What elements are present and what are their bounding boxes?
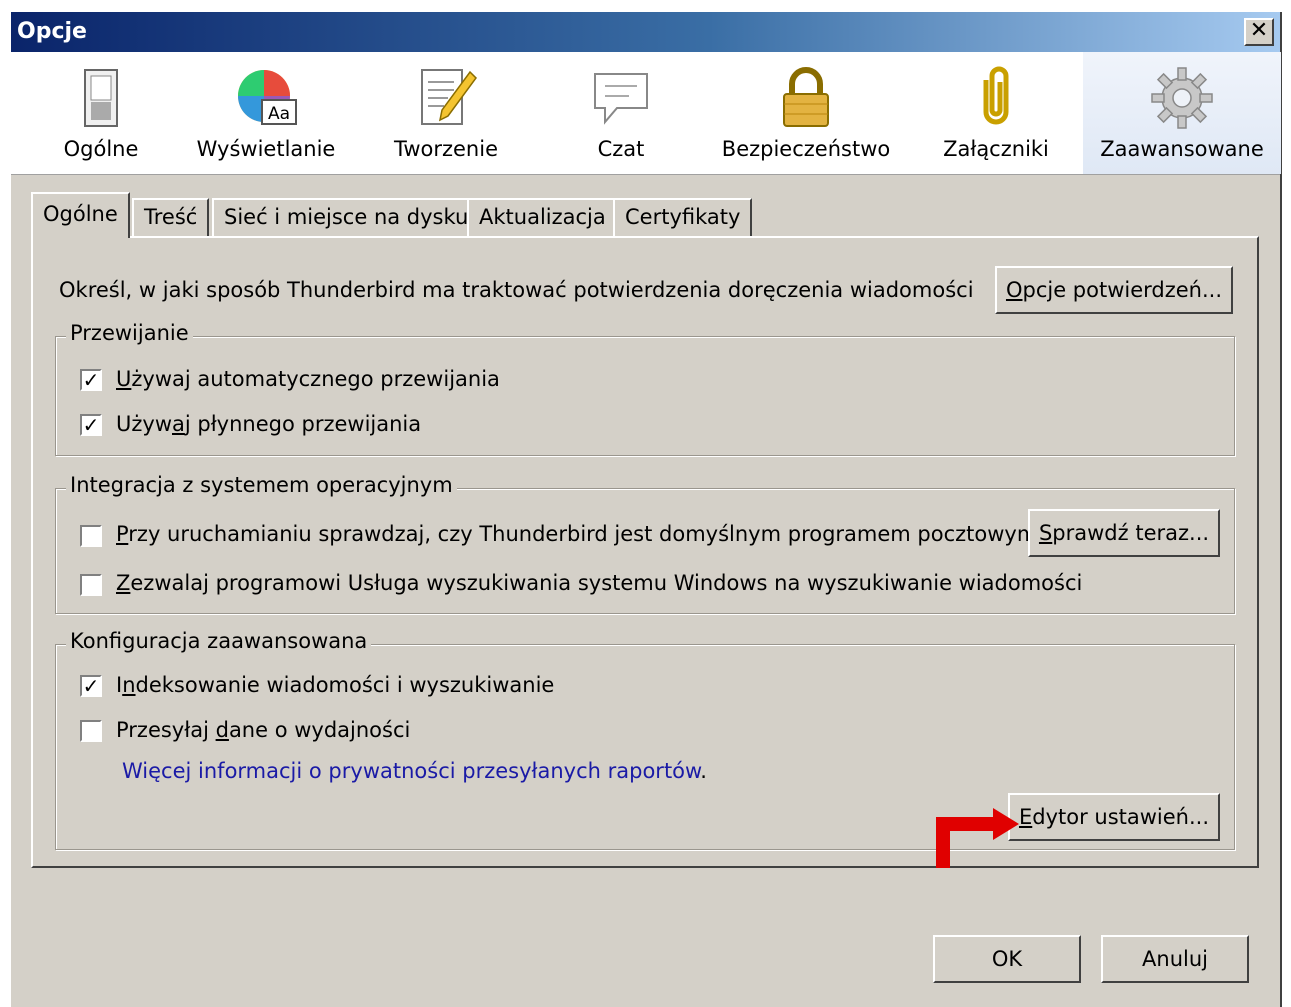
pane-chat[interactable]: Czat	[566, 52, 676, 174]
privacy-link-row: Więcej informacji o prywatności przesyła…	[122, 759, 707, 783]
pane-display[interactable]: Aa Wyświetlanie	[191, 52, 341, 174]
cancel-button[interactable]: Anuluj	[1101, 935, 1249, 983]
svg-text:Aa: Aa	[268, 104, 290, 124]
privacy-link[interactable]: Więcej informacji o prywatności przesyła…	[122, 759, 700, 783]
document-pencil-icon	[421, 69, 477, 125]
autoscroll-checkbox[interactable]: ✓	[80, 369, 102, 391]
advanced-config-group: Konfiguracja zaawansowana ✓ Indeksowanie…	[55, 629, 1235, 850]
tab-general[interactable]: Ogólne	[31, 192, 130, 238]
pane-compose[interactable]: Tworzenie	[381, 52, 511, 174]
gear-icon	[1151, 67, 1213, 129]
os-integration-group: Integracja z systemem operacyjnym Przy u…	[55, 473, 1235, 614]
speech-bubble-icon	[594, 73, 648, 125]
receipts-options-button[interactable]: Opcje potwierdzeń...	[995, 266, 1233, 314]
autoscroll-label[interactable]: Używaj automatycznego przewijania	[116, 367, 500, 391]
privacy-link-suffix: .	[700, 759, 707, 783]
pane-toolbar: Ogólne Aa Wyświetlanie Tworzenie Czat Be…	[11, 52, 1281, 175]
check-now-button[interactable]: Sprawdź teraz...	[1028, 509, 1220, 557]
pane-label: Tworzenie	[393, 137, 498, 161]
config-editor-button[interactable]: Edytor ustawień...	[1008, 793, 1220, 841]
pane-advanced[interactable]: Zaawansowane	[1083, 52, 1281, 174]
windows-search-checkbox[interactable]	[80, 574, 102, 596]
receipts-text: Określ, w jaki sposób Thunderbird ma tra…	[59, 278, 974, 302]
pane-general[interactable]: Ogólne	[31, 52, 171, 174]
close-button[interactable]: ✕	[1244, 18, 1274, 46]
tab-certificates[interactable]: Certyfikaty	[613, 198, 753, 236]
padlock-icon	[783, 67, 829, 127]
smooth-scroll-checkbox[interactable]: ✓	[80, 414, 102, 436]
smooth-scroll-label[interactable]: Używaj płynnego przewijania	[116, 412, 421, 436]
windows-search-label[interactable]: Zezwalaj programowi Usługa wyszukiwania …	[116, 571, 1082, 595]
os-integration-legend: Integracja z systemem operacyjnym	[66, 473, 457, 497]
ok-button[interactable]: OK	[933, 935, 1081, 983]
pane-label: Ogólne	[63, 137, 139, 161]
indexing-label[interactable]: Indeksowanie wiadomości i wyszukiwanie	[116, 673, 554, 697]
indexing-checkbox[interactable]: ✓	[80, 675, 102, 697]
scrolling-legend: Przewijanie	[66, 321, 193, 345]
default-client-checkbox[interactable]	[80, 525, 102, 547]
pane-label: Czat	[597, 137, 645, 161]
options-dialog: Opcje ✕ Ogólne Aa Wyświetlanie Tworzenie…	[10, 12, 1282, 1007]
color-palette-icon: Aa	[238, 70, 297, 125]
telemetry-checkbox[interactable]	[80, 720, 102, 742]
pane-security[interactable]: Bezpieczeństwo	[716, 52, 896, 174]
pane-label: Załączniki	[943, 137, 1049, 161]
window-title: Opcje	[17, 19, 87, 44]
default-client-label[interactable]: Przy uruchamianiu sprawdzaj, czy Thunder…	[116, 522, 1037, 546]
title-bar[interactable]: Opcje ✕	[11, 12, 1280, 52]
tab-update[interactable]: Aktualizacja	[467, 198, 618, 236]
pane-label: Zaawansowane	[1100, 137, 1264, 161]
tab-panel-general: Określ, w jaki sposób Thunderbird ma tra…	[31, 236, 1259, 868]
pane-attachments[interactable]: Załączniki	[936, 52, 1056, 174]
tab-network-disk[interactable]: Sieć i miejsce na dysku	[212, 198, 481, 236]
paperclip-icon	[983, 66, 1009, 125]
red-arrow-annotation	[936, 808, 1019, 868]
pane-label: Bezpieczeństwo	[721, 137, 891, 161]
telemetry-label[interactable]: Przesyłaj dane o wydajności	[116, 718, 410, 742]
scrolling-group: Przewijanie ✓ Używaj automatycznego prze…	[55, 321, 1235, 456]
tab-content[interactable]: Treść	[132, 198, 210, 236]
advanced-config-legend: Konfiguracja zaawansowana	[66, 629, 372, 653]
pane-label: Wyświetlanie	[196, 137, 336, 161]
switch-icon	[84, 69, 118, 127]
